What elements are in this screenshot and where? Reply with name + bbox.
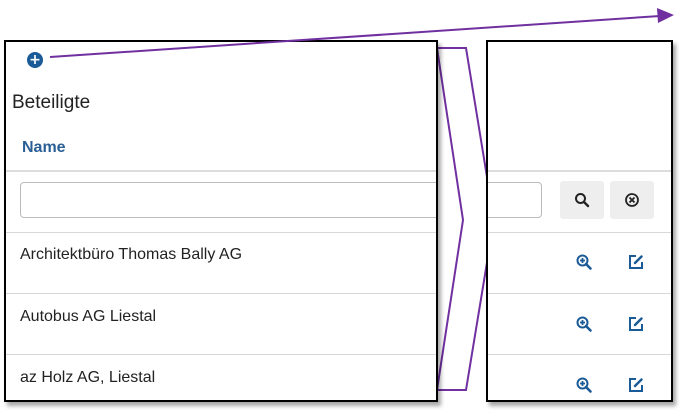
edit-button[interactable] bbox=[625, 374, 647, 396]
left-crop-panel: + Beteiligte Name Architektbüro Thomas B… bbox=[4, 40, 438, 402]
row-divider bbox=[488, 293, 671, 294]
zoom-in-icon bbox=[576, 254, 592, 270]
table-row-name[interactable]: az Holz AG, Liestal bbox=[20, 369, 155, 387]
right-crop-panel bbox=[486, 40, 673, 402]
edit-button[interactable] bbox=[625, 251, 647, 273]
edit-icon bbox=[629, 255, 643, 269]
row-divider bbox=[6, 354, 436, 355]
view-button[interactable] bbox=[573, 374, 595, 396]
row-divider bbox=[6, 293, 436, 294]
table-row-name[interactable]: Autobus AG Liestal bbox=[20, 308, 156, 326]
edit-button[interactable] bbox=[625, 313, 647, 335]
zoom-in-icon bbox=[576, 316, 592, 332]
clear-circle-icon bbox=[625, 193, 639, 207]
edit-icon bbox=[629, 378, 643, 392]
name-filter-input[interactable] bbox=[20, 182, 436, 218]
row-divider bbox=[488, 232, 671, 233]
row-divider bbox=[6, 232, 436, 233]
clear-filter-button[interactable] bbox=[610, 181, 654, 219]
row-divider bbox=[488, 354, 671, 355]
annotated-screenshot: + Beteiligte Name Architektbüro Thomas B… bbox=[0, 0, 688, 414]
column-header-name[interactable]: Name bbox=[22, 139, 66, 157]
search-icon bbox=[575, 193, 590, 208]
header-divider bbox=[6, 170, 436, 172]
header-divider bbox=[488, 170, 671, 172]
name-filter-input-end[interactable] bbox=[488, 182, 542, 218]
table-row-name[interactable]: Architektbüro Thomas Bally AG bbox=[20, 246, 242, 264]
view-button[interactable] bbox=[573, 313, 595, 335]
view-button[interactable] bbox=[573, 251, 595, 273]
edit-icon bbox=[629, 317, 643, 331]
section-title: Beteiligte bbox=[12, 92, 91, 113]
search-button[interactable] bbox=[560, 181, 604, 219]
zoom-in-icon bbox=[576, 377, 592, 393]
annotation-arrow-head bbox=[657, 8, 674, 23]
plus-circle-icon[interactable]: + bbox=[29, 52, 41, 68]
add-button[interactable]: + bbox=[27, 52, 43, 68]
